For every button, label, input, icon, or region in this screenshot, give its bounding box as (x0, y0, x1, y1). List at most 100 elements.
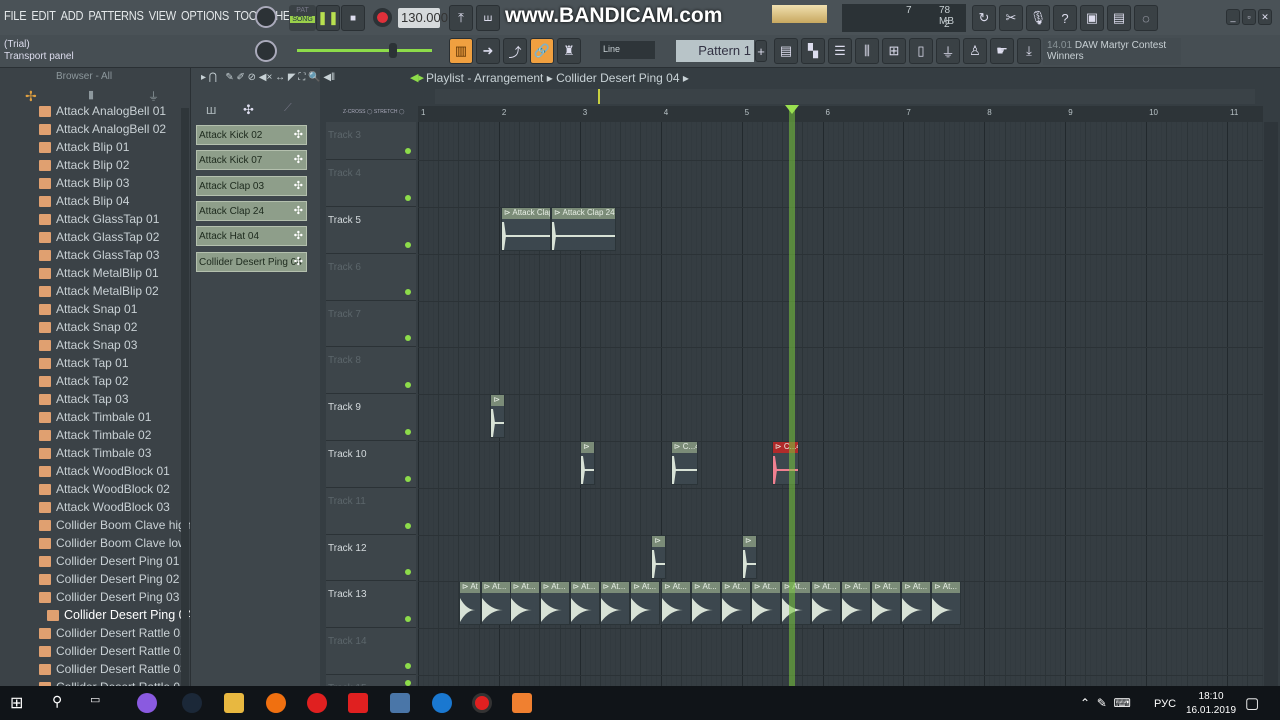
clock[interactable]: 18:10 16.01.2019 (1186, 690, 1236, 718)
playlist-icon[interactable]: ▤ (774, 38, 798, 64)
track-header[interactable]: Track 13 (326, 581, 416, 629)
track-enable-led[interactable] (405, 194, 411, 201)
link-icon[interactable]: 🔗 (530, 38, 554, 64)
browser-item[interactable]: Collider Desert Rattle 03 (39, 660, 187, 678)
audio-clip[interactable]: ⊳ At... (931, 581, 962, 626)
browser-item[interactable]: Attack AnalogBell 02 (39, 120, 166, 138)
bandicam-icon[interactable] (472, 693, 492, 713)
task-view-icon[interactable]: ▭ (90, 693, 110, 713)
metronome-icon[interactable]: ⤒ (449, 5, 473, 31)
tempo-tapper-icon[interactable]: ♙ (963, 38, 987, 64)
automation-tab-icon[interactable]: ⟋ (284, 102, 292, 115)
notifications-icon[interactable]: ▢ (1245, 694, 1259, 712)
pat-song-toggle[interactable]: PAT SONG (289, 5, 316, 31)
track-enable-led[interactable] (405, 569, 411, 576)
browser-item[interactable]: Collider Boom Clave low (39, 534, 187, 552)
browser-item[interactable]: Attack WoodBlock 03 (39, 498, 170, 516)
chat-icon[interactable]: ◌ (1134, 5, 1158, 31)
minimize-button[interactable]: _ (1226, 9, 1240, 25)
menu-edit[interactable]: EDIT (31, 8, 55, 23)
audio-clip[interactable]: ⊳ At... (630, 581, 661, 626)
menu-add[interactable]: ADD (61, 8, 84, 23)
audio-clip[interactable]: ⊳ Attack Clap (500, 207, 552, 251)
browser-icon[interactable]: ⊞ (882, 38, 906, 64)
browser-item[interactable]: Collider Desert Ping 04 (47, 606, 193, 624)
record-button[interactable] (373, 8, 392, 27)
browser-scrollbar[interactable] (181, 108, 189, 686)
project-icon[interactable]: ▯ (909, 38, 933, 64)
origin-icon[interactable] (266, 693, 286, 713)
track-enable-led[interactable] (405, 662, 411, 669)
playlist-overview-scrollbar[interactable] (435, 89, 1255, 104)
playlist-vertical-scrollbar[interactable] (1264, 122, 1278, 686)
zcross-toggle[interactable]: Z-CROSS ◯ STRETCH ◯ (343, 109, 405, 115)
track-header[interactable]: Track 4 (326, 160, 416, 207)
track-header[interactable]: Track 9 (326, 394, 416, 441)
yandex-icon[interactable] (348, 693, 368, 713)
patterns-tab-icon[interactable]: ш (206, 102, 216, 117)
language-indicator[interactable]: РУС (1154, 698, 1176, 710)
browser-all-icon[interactable]: ✢ (25, 88, 37, 105)
browser-item[interactable]: Attack WoodBlock 01 (39, 462, 170, 480)
track-header[interactable]: Track 3 (326, 122, 416, 161)
track-enable-led[interactable] (405, 148, 411, 155)
audio-clip[interactable]: ⊳ At... (539, 581, 570, 626)
browser-item[interactable]: Collider Desert Ping 01 (39, 552, 179, 570)
menu-view[interactable]: VIEW (149, 8, 176, 23)
wait-record-icon[interactable]: ꟺ (476, 5, 500, 31)
close-button[interactable]: ✕ (1258, 9, 1272, 25)
track-header[interactable]: Track 5 (326, 207, 416, 254)
channel-button[interactable]: Attack Kick 02 ✣ (196, 125, 307, 145)
channel-rack-icon[interactable]: ☰ (828, 38, 852, 64)
piano-roll-icon[interactable]: ▚ (801, 38, 825, 64)
track-header[interactable]: Track 6 (326, 253, 416, 301)
speaker-icon[interactable]: ◀▸ (410, 71, 424, 84)
yandex-browser-icon[interactable] (307, 693, 327, 713)
pattern-selector[interactable]: Pattern 1 (676, 40, 754, 62)
audio-clip[interactable]: ⊳ At... (509, 581, 540, 626)
browser-item[interactable]: Attack Timbale 01 (39, 408, 151, 426)
browser-item[interactable]: Attack GlassTap 03 (39, 246, 159, 264)
browser-item[interactable]: Attack Snap 02 (39, 318, 137, 336)
browser-item[interactable]: Attack Tap 02 (39, 372, 129, 390)
arrow-icon[interactable]: ➜ (476, 38, 500, 64)
track-enable-led[interactable] (405, 288, 411, 295)
step-edit-icon[interactable]: ▥ (449, 38, 473, 64)
audio-clip[interactable]: ⊳ (580, 441, 595, 485)
save-as-icon[interactable]: ▤ (1107, 5, 1131, 31)
audio-clip[interactable]: ⊳ At... (599, 581, 630, 626)
slider-handle[interactable] (389, 43, 397, 58)
audio-clip[interactable]: ⊳ At... (841, 581, 872, 626)
track-header[interactable]: Track 11 (326, 487, 416, 535)
browser-item[interactable]: Attack MetalBlip 02 (39, 282, 159, 300)
browser-item[interactable]: Attack Blip 03 (39, 174, 129, 192)
windows-start-icon[interactable]: ⊞ (10, 693, 30, 713)
browser-item[interactable]: Collider Desert Ping 03 (39, 588, 179, 606)
menu-patterns[interactable]: PATTERNS (88, 8, 144, 23)
snap-select[interactable]: Line (600, 41, 655, 59)
audio-clip[interactable]: ⊳ At... (750, 581, 781, 626)
typing-keyboard-icon[interactable]: ♜ (557, 38, 581, 64)
touch-icon[interactable]: ☛ (990, 38, 1014, 64)
maximize-button[interactable]: ▫ (1242, 9, 1256, 25)
tray-icons[interactable]: ⌃ ✎ ⌨ (1080, 696, 1131, 710)
track-enable-led[interactable] (405, 241, 411, 248)
audio-clip[interactable]: ⊳ At... (569, 581, 600, 626)
track-header[interactable]: Track 8 (326, 347, 416, 395)
browser-item[interactable]: Attack Timbale 02 (39, 426, 151, 444)
audio-clip[interactable]: ⊳ At... (901, 581, 932, 626)
audio-clip[interactable]: ⊳ At... (810, 581, 841, 626)
fl-studio-icon[interactable] (512, 693, 532, 713)
master-pitch-knob[interactable] (255, 40, 277, 62)
add-pattern-button[interactable]: + (755, 40, 767, 62)
vk-icon[interactable] (390, 693, 410, 713)
browser-item[interactable]: Attack Blip 04 (39, 192, 129, 210)
audio-clip[interactable]: ⊳ C...4 (771, 441, 800, 485)
audio-clip[interactable]: ⊳ At (458, 581, 481, 626)
help-icon[interactable]: ? (1053, 5, 1077, 31)
audio-clip[interactable]: ⊳ (651, 534, 666, 579)
menu-file[interactable]: FILE (4, 8, 27, 23)
channel-button[interactable]: Attack Clap 24 ✣ (196, 200, 307, 221)
track-header[interactable]: Track 10 (326, 441, 416, 488)
search-icon[interactable]: ⚲ (52, 693, 72, 713)
